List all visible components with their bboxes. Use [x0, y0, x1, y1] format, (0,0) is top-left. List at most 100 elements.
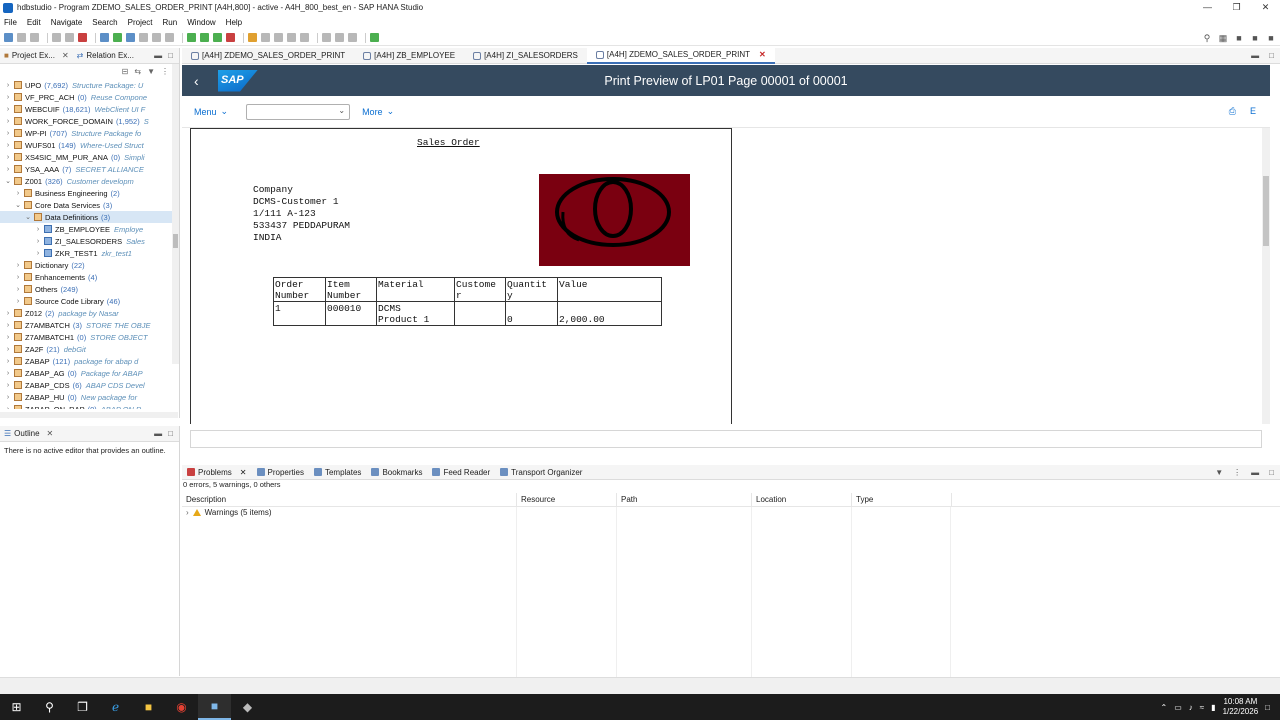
chevron-right-icon[interactable]: › [4, 358, 12, 365]
more-dropdown[interactable]: More ⌄ [362, 106, 394, 117]
tool-icon[interactable] [139, 33, 148, 42]
chevron-right-icon[interactable]: › [4, 106, 12, 113]
tool-icon-3[interactable] [165, 33, 174, 42]
tree-item[interactable]: › WP-PI (707) Structure Package fo [0, 127, 172, 139]
prev-annotation-icon[interactable] [287, 33, 296, 42]
column-description[interactable]: Description [182, 492, 517, 507]
tab-bookmarks[interactable]: Bookmarks [366, 468, 427, 477]
chevron-right-icon[interactable]: › [14, 262, 22, 269]
menu-project[interactable]: Project [128, 18, 153, 27]
minimize-button[interactable]: — [1193, 2, 1222, 13]
chevron-right-icon[interactable]: › [4, 334, 12, 341]
close-window-button[interactable]: ✕ [1251, 2, 1280, 13]
tab-project-explorer[interactable]: ■ Project Ex... ✕ [0, 51, 73, 60]
debug-perspective-icon[interactable]: ■ [1250, 33, 1260, 43]
chevron-right-icon[interactable]: › [14, 274, 22, 281]
tree-item[interactable]: › ZABAP_AG (0) Package for ABAP [0, 367, 172, 379]
tab-properties[interactable]: Properties [252, 468, 309, 477]
wifi-icon[interactable]: ≈ [1200, 703, 1204, 712]
hana-studio-button[interactable]: ■ [198, 694, 231, 720]
chevron-right-icon[interactable]: › [4, 118, 12, 125]
collapse-all-icon[interactable]: ⊟ [122, 67, 129, 76]
maximize-editor-icon[interactable]: □ [1269, 51, 1274, 60]
pin-icon[interactable] [300, 33, 309, 42]
restore-button[interactable]: ❐ [1222, 2, 1251, 13]
menu-window[interactable]: Window [187, 18, 215, 27]
view-menu-icon[interactable]: ⋮ [1233, 468, 1241, 477]
chevron-right-icon[interactable]: › [14, 190, 22, 197]
column-path[interactable]: Path [617, 492, 752, 507]
menu-dropdown[interactable]: Menu ⌄ [194, 106, 228, 117]
run-icon[interactable] [200, 33, 209, 42]
chevron-right-icon[interactable]: › [4, 94, 12, 101]
chevron-right-icon[interactable]: › [4, 382, 12, 389]
tree-item[interactable]: › ZABAP_HU (0) New package for [0, 391, 172, 403]
chevron-right-icon[interactable]: › [4, 166, 12, 173]
tab-relation-explorer[interactable]: ⇄ Relation Ex... [73, 51, 138, 60]
close-icon[interactable]: ✕ [240, 468, 247, 477]
link-editor-icon[interactable]: ⇆ [134, 67, 141, 76]
file-explorer-button[interactable]: ■ [132, 694, 165, 720]
tree-item[interactable]: › ZA2F (21) debGit [0, 343, 172, 355]
warnings-row[interactable]: › Warnings (5 items) [186, 508, 272, 517]
menu-run[interactable]: Run [163, 18, 178, 27]
print-icon[interactable]: ⎙ [1229, 106, 1236, 117]
tree-horizontal-scrollbar[interactable] [0, 412, 178, 418]
notifications-icon[interactable]: □ [1265, 703, 1270, 712]
column-location[interactable]: Location [752, 492, 852, 507]
clock[interactable]: 10:08 AM 1/22/2026 [1223, 697, 1259, 717]
new-icon[interactable] [4, 33, 13, 42]
back-arrow-icon[interactable]: ‹ [194, 73, 214, 89]
minimize-view-icon[interactable]: ▬ [154, 51, 162, 60]
minimize-view-icon[interactable]: ▬ [1251, 468, 1259, 477]
chevron-right-icon[interactable]: › [34, 250, 42, 257]
tree-item[interactable]: › Z012 (2) package by Nasar [0, 307, 172, 319]
tree-item[interactable]: › ZB_EMPLOYEE Employe [0, 223, 172, 235]
chevron-right-icon[interactable]: › [4, 82, 12, 89]
tab-zdemo-sales-order-print-1[interactable]: [A4H] ZDEMO_SALES_ORDER_PRINT [182, 48, 354, 64]
filter-icon[interactable]: ▼ [147, 67, 155, 76]
minimize-editor-icon[interactable]: ▬ [1251, 51, 1259, 60]
open-perspective-icon[interactable] [370, 33, 379, 42]
abap-perspective-icon[interactable]: ■ [1234, 33, 1244, 43]
tab-transport-organizer[interactable]: Transport Organizer [495, 468, 587, 477]
chevron-right-icon[interactable]: › [34, 238, 42, 245]
tree-item[interactable]: › UPO (7,692) Structure Package: U [0, 79, 172, 91]
chevron-right-icon[interactable]: › [4, 406, 12, 410]
stop-icon[interactable] [78, 33, 87, 42]
tab-feed-reader[interactable]: Feed Reader [427, 468, 495, 477]
tree-item[interactable]: › ZABAP_CDS (6) ABAP CDS Devel [0, 379, 172, 391]
maximize-view-icon[interactable]: □ [1269, 468, 1274, 477]
tab-templates[interactable]: Templates [309, 468, 366, 477]
filter-icon[interactable]: ▼ [1215, 468, 1223, 477]
tree-item[interactable]: › ZKR_TEST1 zkr_test1 [0, 247, 172, 259]
tree-scrollbar[interactable] [172, 64, 179, 364]
chevron-right-icon[interactable]: › [4, 154, 12, 161]
redo-icon[interactable] [65, 33, 74, 42]
start-button[interactable]: ⊞ [0, 694, 33, 720]
chevron-right-icon[interactable]: › [14, 286, 22, 293]
tree-item[interactable]: ⌄ Data Definitions (3) [0, 211, 172, 223]
debug-icon[interactable] [187, 33, 196, 42]
tab-zb-employee[interactable]: [A4H] ZB_EMPLOYEE [354, 48, 464, 64]
menu-help[interactable]: Help [226, 18, 242, 27]
close-tab-icon[interactable]: ✕ [759, 50, 766, 59]
search-button[interactable]: ⚲ [33, 694, 66, 720]
menu-search[interactable]: Search [92, 18, 117, 27]
nav-icon[interactable] [348, 33, 357, 42]
undo-icon[interactable] [52, 33, 61, 42]
tree-item[interactable]: › Z7AMBATCH1 (0) STORE OBJECT [0, 331, 172, 343]
save-all-icon[interactable] [30, 33, 39, 42]
perspective-icon[interactable]: ▦ [1218, 33, 1228, 43]
task-view-button[interactable]: ❐ [66, 694, 99, 720]
chevron-right-icon[interactable]: › [4, 310, 12, 317]
tab-zi-salesorders[interactable]: [A4H] ZI_SALESORDERS [464, 48, 587, 64]
eclipse-button[interactable]: ◆ [231, 694, 264, 720]
check-icon[interactable] [113, 33, 122, 42]
search-icon[interactable]: ⚲ [1202, 33, 1212, 43]
tab-zdemo-sales-order-print-active[interactable]: [A4H] ZDEMO_SALES_ORDER_PRINT ✕ [586, 47, 775, 64]
pen-icon[interactable] [248, 33, 257, 42]
tree-item[interactable]: › Z7AMBATCH (3) STORE THE OBJE [0, 319, 172, 331]
tree-item[interactable]: ⌄ Core Data Services (3) [0, 199, 172, 211]
maximize-outline-icon[interactable]: □ [168, 429, 173, 438]
